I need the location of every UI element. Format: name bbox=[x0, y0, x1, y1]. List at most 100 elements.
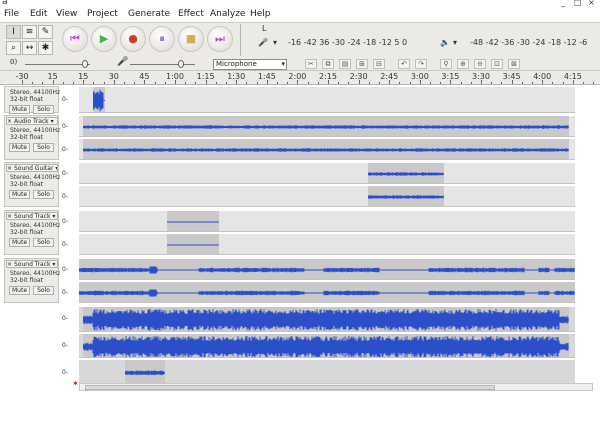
menu-file[interactable]: File bbox=[4, 9, 19, 19]
zoom-out-icon[interactable]: ⊖ bbox=[474, 59, 486, 69]
waveform-lane[interactable] bbox=[79, 162, 575, 184]
waveform-lane[interactable] bbox=[79, 233, 575, 255]
multi-tool-icon[interactable]: ✱ bbox=[38, 41, 53, 55]
fit-project-icon[interactable]: ⊠ bbox=[508, 59, 520, 69]
ruler-tick bbox=[542, 80, 544, 84]
audio-clip[interactable] bbox=[167, 211, 219, 231]
output-meter-scale[interactable]: -48 -42 -36 -30 -24 -18 -12 -6 bbox=[470, 38, 587, 47]
maximize-button[interactable]: □ bbox=[574, 0, 582, 7]
input-volume-slider[interactable] bbox=[130, 64, 195, 65]
output-meter-dropdown-icon[interactable]: ▾ bbox=[453, 38, 457, 47]
close-icon[interactable]: × bbox=[7, 261, 13, 267]
cut-icon[interactable]: ✂ bbox=[305, 59, 317, 69]
audio-clip[interactable] bbox=[83, 307, 569, 331]
waveform-lane[interactable] bbox=[79, 258, 575, 280]
audio-clip[interactable] bbox=[79, 282, 575, 302]
ruler-tick bbox=[552, 82, 554, 84]
audio-clip[interactable] bbox=[79, 259, 575, 279]
waveform-lane[interactable] bbox=[79, 281, 575, 303]
stop-button[interactable]: ■ bbox=[178, 26, 204, 52]
redo-icon[interactable]: ↷ bbox=[415, 59, 427, 69]
menu-view[interactable]: View bbox=[56, 9, 77, 19]
track-name-button[interactable]: × Sound Track ▾ bbox=[6, 260, 58, 268]
play-button[interactable]: ▶ bbox=[91, 26, 117, 52]
waveform-lane[interactable] bbox=[79, 306, 575, 332]
mute-button[interactable]: Mute bbox=[9, 238, 30, 247]
audio-clip[interactable] bbox=[83, 333, 569, 358]
ruler-tick bbox=[409, 82, 411, 84]
output-volume-slider[interactable] bbox=[25, 64, 90, 65]
menu-effect[interactable]: Effect bbox=[178, 9, 204, 19]
input-meter-scale[interactable]: -16 -42 36 -30 -24 -18 -12 5 0 bbox=[288, 38, 407, 47]
copy-icon[interactable]: ⧉ bbox=[322, 59, 334, 69]
audio-clip[interactable] bbox=[93, 87, 105, 112]
track-control-panel[interactable]: × Sound Track ▾ Stereo, 44100Hz 32-bit floa… bbox=[4, 210, 60, 255]
zoom-tool-icon[interactable]: ⌕ bbox=[6, 41, 21, 55]
waveform-lane[interactable] bbox=[79, 332, 575, 359]
audio-clip[interactable] bbox=[167, 234, 219, 254]
track-control-panel[interactable]: Stereo, 44100Hz 32-bit float Mute Solo bbox=[4, 86, 60, 114]
menu-project[interactable]: Project bbox=[87, 9, 118, 19]
solo-button[interactable]: Solo bbox=[33, 190, 54, 199]
paste-icon[interactable]: ▤ bbox=[339, 59, 351, 69]
fit-selection-icon[interactable]: ⊡ bbox=[491, 59, 503, 69]
envelope-tool-icon[interactable]: ≋ bbox=[22, 25, 37, 39]
horizontal-scrollbar[interactable] bbox=[79, 383, 593, 391]
menu-help[interactable]: Help bbox=[250, 9, 271, 19]
selection-tool-icon[interactable]: I bbox=[6, 25, 21, 39]
trim-icon[interactable]: ⊞ bbox=[356, 59, 368, 69]
mute-button[interactable]: Mute bbox=[9, 286, 30, 295]
menu-edit[interactable]: Edit bbox=[30, 9, 47, 19]
undo-icon[interactable]: ↶ bbox=[398, 59, 410, 69]
sync-lock-icon[interactable]: ⚲ bbox=[440, 59, 452, 69]
mute-button[interactable]: Mute bbox=[9, 143, 30, 152]
track-title: Sound Guitar ▾ bbox=[14, 165, 58, 172]
mic-icon[interactable]: 🎤 bbox=[258, 38, 268, 47]
waveform-lane[interactable] bbox=[79, 210, 575, 232]
draw-tool-icon[interactable]: ✎ bbox=[38, 25, 53, 39]
waveform-lane[interactable] bbox=[79, 138, 575, 160]
solo-button[interactable]: Solo bbox=[33, 105, 54, 114]
solo-button[interactable]: Solo bbox=[33, 286, 54, 295]
track-control-panel[interactable]: × Sound Track ▾ Stereo, 44100Hz 32-bit floa… bbox=[4, 258, 60, 303]
audio-clip[interactable] bbox=[368, 163, 444, 183]
waveform-lane[interactable] bbox=[79, 185, 575, 207]
close-button[interactable]: × bbox=[588, 0, 595, 7]
skip-start-button[interactable]: ⏮ bbox=[62, 26, 88, 52]
track-name-button[interactable]: × Audio Track ▾ bbox=[6, 117, 58, 125]
audio-clip[interactable] bbox=[83, 116, 569, 136]
solo-button[interactable]: Solo bbox=[33, 143, 54, 152]
input-volume-thumb[interactable] bbox=[178, 60, 184, 68]
skip-end-button[interactable]: ⏭ bbox=[207, 26, 233, 52]
silence-icon[interactable]: ⊟ bbox=[373, 59, 385, 69]
audio-clip[interactable] bbox=[368, 186, 444, 206]
menu-generate[interactable]: Generate bbox=[128, 9, 170, 19]
input-meter-dropdown-icon[interactable]: ▾ bbox=[273, 38, 277, 47]
record-button[interactable]: ● bbox=[120, 26, 146, 52]
close-icon[interactable]: × bbox=[7, 213, 13, 219]
pause-button[interactable]: ⏸ bbox=[149, 26, 175, 52]
track-control-panel[interactable]: × Sound Guitar ▾ Stereo, 44100Hz 32-bit flo… bbox=[4, 162, 60, 207]
close-icon[interactable]: × bbox=[7, 165, 13, 171]
audio-clip[interactable] bbox=[83, 139, 569, 159]
menu-analyze[interactable]: Analyze bbox=[210, 9, 245, 19]
mute-button[interactable]: Mute bbox=[9, 190, 30, 199]
track-name-button[interactable]: × Sound Guitar ▾ bbox=[6, 164, 58, 172]
scrollbar-thumb[interactable] bbox=[85, 385, 495, 390]
input-device-select[interactable]: Microphone ▾ bbox=[213, 59, 287, 70]
timeshift-tool-icon[interactable]: ↔ bbox=[22, 41, 37, 55]
waveform-lane[interactable] bbox=[79, 86, 575, 113]
output-volume-thumb[interactable] bbox=[82, 60, 88, 68]
timeline-ruler[interactable]: -30 15 15 30 45 1:00 1:15 1:30 1:45 2:00 2:15 2:30 2… bbox=[0, 71, 600, 85]
track-name-button[interactable]: × Sound Track ▾ bbox=[6, 212, 58, 220]
speaker-icon[interactable]: 🔈 bbox=[440, 38, 450, 47]
waveform-lane[interactable] bbox=[79, 115, 575, 137]
audio-clip[interactable] bbox=[125, 360, 165, 384]
track-control-panel[interactable]: × Audio Track ▾ Stereo, 44100Hz 32-bit floa… bbox=[4, 115, 60, 160]
mute-button[interactable]: Mute bbox=[9, 105, 30, 114]
waveform-lane[interactable] bbox=[79, 359, 575, 385]
close-icon[interactable]: × bbox=[7, 118, 13, 124]
zoom-in-icon[interactable]: ⊕ bbox=[457, 59, 469, 69]
solo-button[interactable]: Solo bbox=[33, 238, 54, 247]
minimize-button[interactable]: _ bbox=[561, 0, 565, 7]
